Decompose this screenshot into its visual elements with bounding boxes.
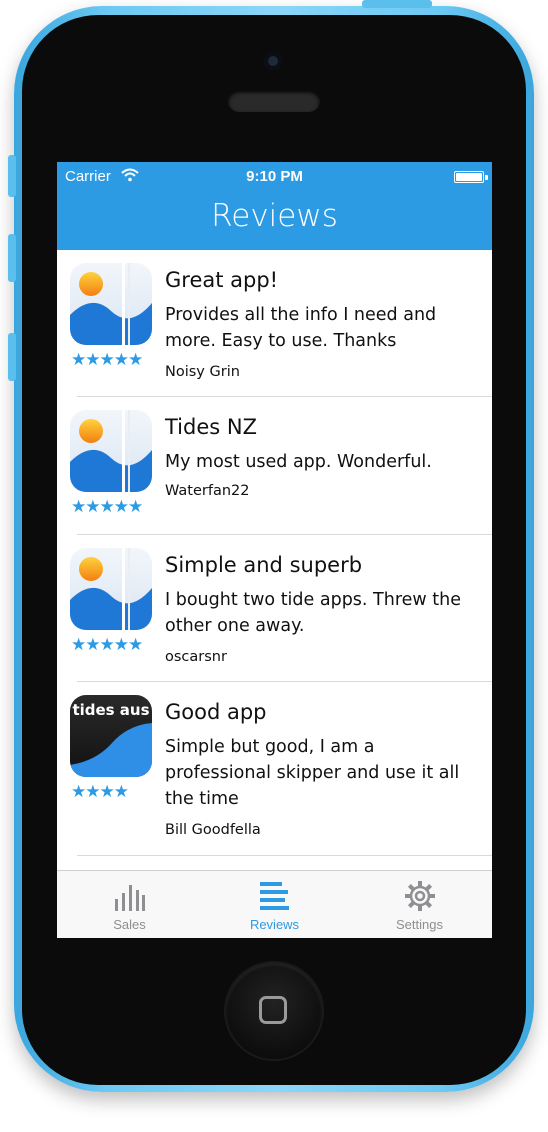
- navigation-bar: Carrier 9:10 PM Reviews: [57, 162, 492, 250]
- mute-switch: [8, 155, 16, 197]
- home-square-icon: [259, 996, 287, 1024]
- tab-settings[interactable]: Settings: [347, 871, 492, 938]
- front-camera: [264, 52, 282, 70]
- review-author: Bill Goodfella: [165, 822, 261, 838]
- tab-bar: Sales Reviews Settings: [57, 870, 492, 938]
- tides-aus-app-icon: tides aus: [70, 695, 152, 777]
- home-button[interactable]: [226, 963, 322, 1059]
- review-title: Simple and superb: [165, 553, 363, 577]
- review-author: Noisy Grin: [165, 364, 240, 380]
- star-rating: ★★★★: [71, 782, 129, 802]
- tab-reviews[interactable]: Reviews: [202, 871, 347, 938]
- star-rating: ★★★★★: [71, 635, 143, 655]
- tab-label: Reviews: [249, 917, 300, 932]
- review-row[interactable]: tides aus ★★★★ Good app Simple but good,…: [70, 682, 492, 856]
- tides-nz-app-icon: [70, 263, 152, 345]
- screen: Carrier 9:10 PM Reviews ★★★★★ Great app!…: [57, 162, 492, 938]
- tab-label: Settings: [396, 917, 443, 932]
- page-title: Reviews: [211, 198, 338, 234]
- volume-down-button: [8, 333, 16, 381]
- review-author: oscarsnr: [165, 649, 227, 665]
- icon-text: tides aus: [72, 701, 149, 719]
- tides-nz-app-icon: [70, 548, 152, 630]
- reviews-list: ★★★★★ Great app! Provides all the info I…: [57, 250, 492, 856]
- star-rating: ★★★★★: [71, 497, 143, 517]
- review-body: Provides all the info I need and more. E…: [165, 305, 437, 351]
- review-author: Waterfan22: [165, 483, 250, 499]
- review-row[interactable]: ★★★★★ Simple and superb I bought two tid…: [70, 535, 492, 682]
- battery-tip: [485, 175, 488, 180]
- star-rating: ★★★★★: [71, 350, 143, 370]
- review-title: Tides NZ: [165, 415, 257, 439]
- earpiece-speaker: [228, 90, 320, 112]
- review-row[interactable]: ★★★★★ Great app! Provides all the info I…: [70, 250, 492, 397]
- review-row[interactable]: ★★★★★ Tides NZ My most used app. Wonderf…: [70, 397, 492, 535]
- review-title: Great app!: [165, 268, 279, 292]
- tab-sales[interactable]: Sales: [57, 871, 202, 938]
- review-body: My most used app. Wonderful.: [165, 452, 432, 472]
- volume-up-button: [8, 234, 16, 282]
- gear-icon: [403, 879, 437, 917]
- review-body: Simple but good, I am a professional ski…: [165, 737, 460, 809]
- review-title: Good app: [165, 700, 267, 724]
- review-body: I bought two tide apps. Threw the other …: [165, 590, 461, 636]
- status-time: 9:10 PM: [246, 168, 303, 185]
- battery-icon: [454, 171, 484, 183]
- power-button: [362, 0, 432, 8]
- tab-label: Sales: [113, 917, 146, 932]
- tides-nz-app-icon: [70, 410, 152, 492]
- list-lines-icon: [260, 881, 290, 915]
- bar-chart-icon: [113, 881, 145, 915]
